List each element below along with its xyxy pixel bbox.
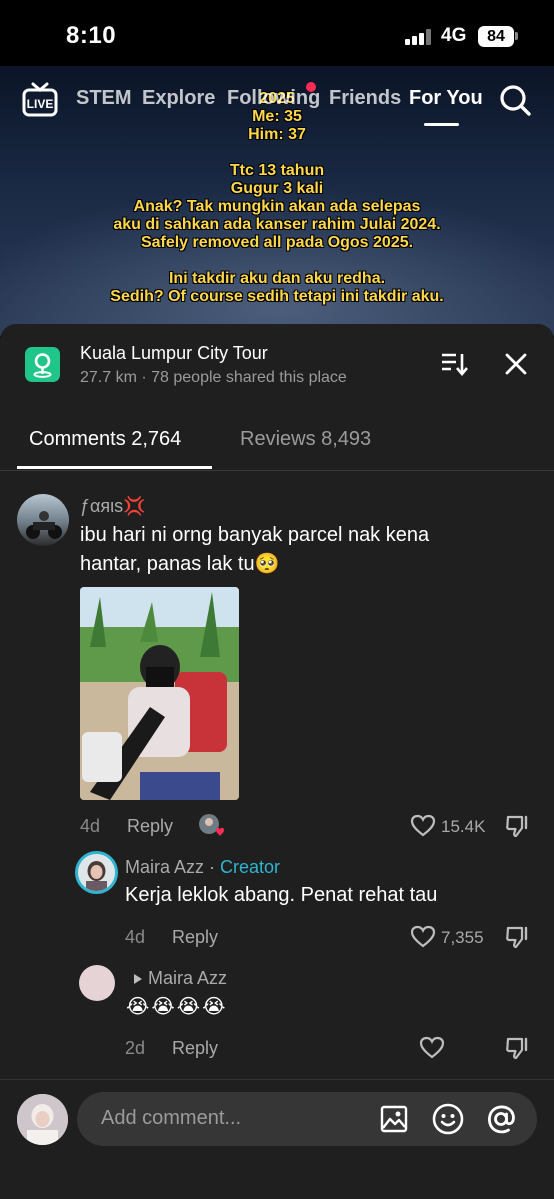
comments-sheet: Kuala Lumpur City Tour 27.7 km · 78 peop…: [0, 324, 554, 1199]
tab-friends[interactable]: Friends: [329, 87, 401, 110]
caption-line: [0, 144, 554, 162]
comment-photo[interactable]: [80, 587, 239, 800]
dislike-icon[interactable]: [505, 1035, 531, 1061]
heart-icon[interactable]: [410, 925, 436, 949]
dislike-icon[interactable]: [505, 813, 531, 839]
caption-line: Ini takdir aku dan aku redha.: [168, 270, 386, 287]
status-time: 8:10: [66, 22, 117, 49]
signal-icon: [405, 29, 433, 45]
avatar[interactable]: [79, 965, 115, 1001]
caption-line: [0, 252, 554, 270]
caption-line: Gugur 3 kali: [230, 180, 324, 197]
tab-comments[interactable]: Comments 2,764: [29, 428, 181, 451]
caption-line: Ttc 13 tahun: [229, 162, 325, 179]
reply-button[interactable]: Reply: [172, 927, 218, 948]
reply-button[interactable]: Reply: [127, 816, 173, 837]
name-separator: ·: [204, 857, 221, 877]
creator-liked-icon: [198, 812, 228, 838]
comment-text: ibu hari ni orng banyak parcel nak kena: [80, 524, 430, 546]
comment-text: hantar, panas lak tu🥺: [80, 553, 280, 575]
comment-age: 2d: [125, 1038, 146, 1058]
tab-stem[interactable]: STEM: [76, 87, 132, 110]
image-icon[interactable]: [380, 1105, 408, 1133]
creator-avatar[interactable]: [75, 851, 118, 894]
reply-username: Maira Azz · Creator: [125, 857, 280, 878]
divider: [0, 470, 554, 471]
caption-line: Sedih? Of course sedih tetapi ini takdir…: [110, 288, 444, 305]
comment-text: 😭😭😭😭: [126, 994, 228, 1018]
tab-following[interactable]: Following: [227, 87, 320, 110]
location-pin-icon[interactable]: [25, 347, 60, 382]
tab-for-you[interactable]: For You: [409, 87, 483, 110]
reply-button[interactable]: Reply: [172, 1038, 218, 1059]
heart-icon[interactable]: [419, 1036, 445, 1060]
emoji-icon[interactable]: [432, 1103, 464, 1135]
battery-icon: 84: [478, 26, 514, 47]
active-tab-indicator: [424, 123, 459, 126]
my-avatar[interactable]: [17, 1094, 68, 1145]
top-nav: LIVE STEM Explore Following Friends For …: [0, 78, 554, 128]
caption-line: Him: 37: [248, 126, 306, 143]
place-title[interactable]: Kuala Lumpur City Tour: [80, 343, 268, 364]
live-label: LIVE: [27, 97, 54, 111]
sort-icon[interactable]: [440, 351, 468, 377]
creator-name[interactable]: Maira Azz: [125, 857, 204, 877]
dislike-icon[interactable]: [505, 924, 531, 950]
comment-text: Kerja leklok abang. Penat rehat tau: [125, 884, 438, 906]
comment-age: 4d: [80, 816, 101, 836]
notification-dot: [306, 82, 316, 92]
comment-age: 4d: [125, 927, 146, 947]
active-tab-indicator: [17, 466, 212, 469]
caption-line: Safely removed all pada Ogos 2025.: [140, 234, 414, 251]
like-count: 7,355: [441, 928, 484, 947]
caption-line: aku di sahkan ada kanser rahim Julai 202…: [113, 216, 441, 233]
heart-icon[interactable]: [410, 814, 436, 838]
tab-explore[interactable]: Explore: [142, 87, 215, 110]
place-subtitle: 27.7 km · 78 people shared this place: [80, 369, 347, 386]
creator-badge: Creator: [220, 857, 281, 877]
mention-icon[interactable]: [485, 1103, 517, 1135]
avatar[interactable]: [17, 494, 69, 546]
caption-line: Anak? Tak mungkin akan ada selepas: [133, 198, 421, 215]
comment-input-placeholder: Add comment...: [101, 1107, 242, 1129]
search-icon[interactable]: [498, 83, 532, 117]
comment-input[interactable]: Add comment...: [77, 1092, 537, 1146]
close-icon[interactable]: [503, 351, 529, 377]
reply-to-name[interactable]: Maira Azz: [148, 968, 227, 989]
live-icon[interactable]: LIVE: [22, 81, 58, 117]
battery-tip: [515, 32, 518, 40]
status-bar: 8:10 4G 84: [0, 0, 554, 66]
reply-arrow-icon: [133, 972, 143, 984]
like-count: 15.4K: [441, 817, 486, 836]
comment-input-bar: Add comment...: [0, 1079, 554, 1199]
comment-username[interactable]: ƒαяιѕ💢: [80, 496, 146, 517]
network-label: 4G: [441, 25, 467, 46]
tab-reviews[interactable]: Reviews 8,493: [240, 428, 371, 451]
